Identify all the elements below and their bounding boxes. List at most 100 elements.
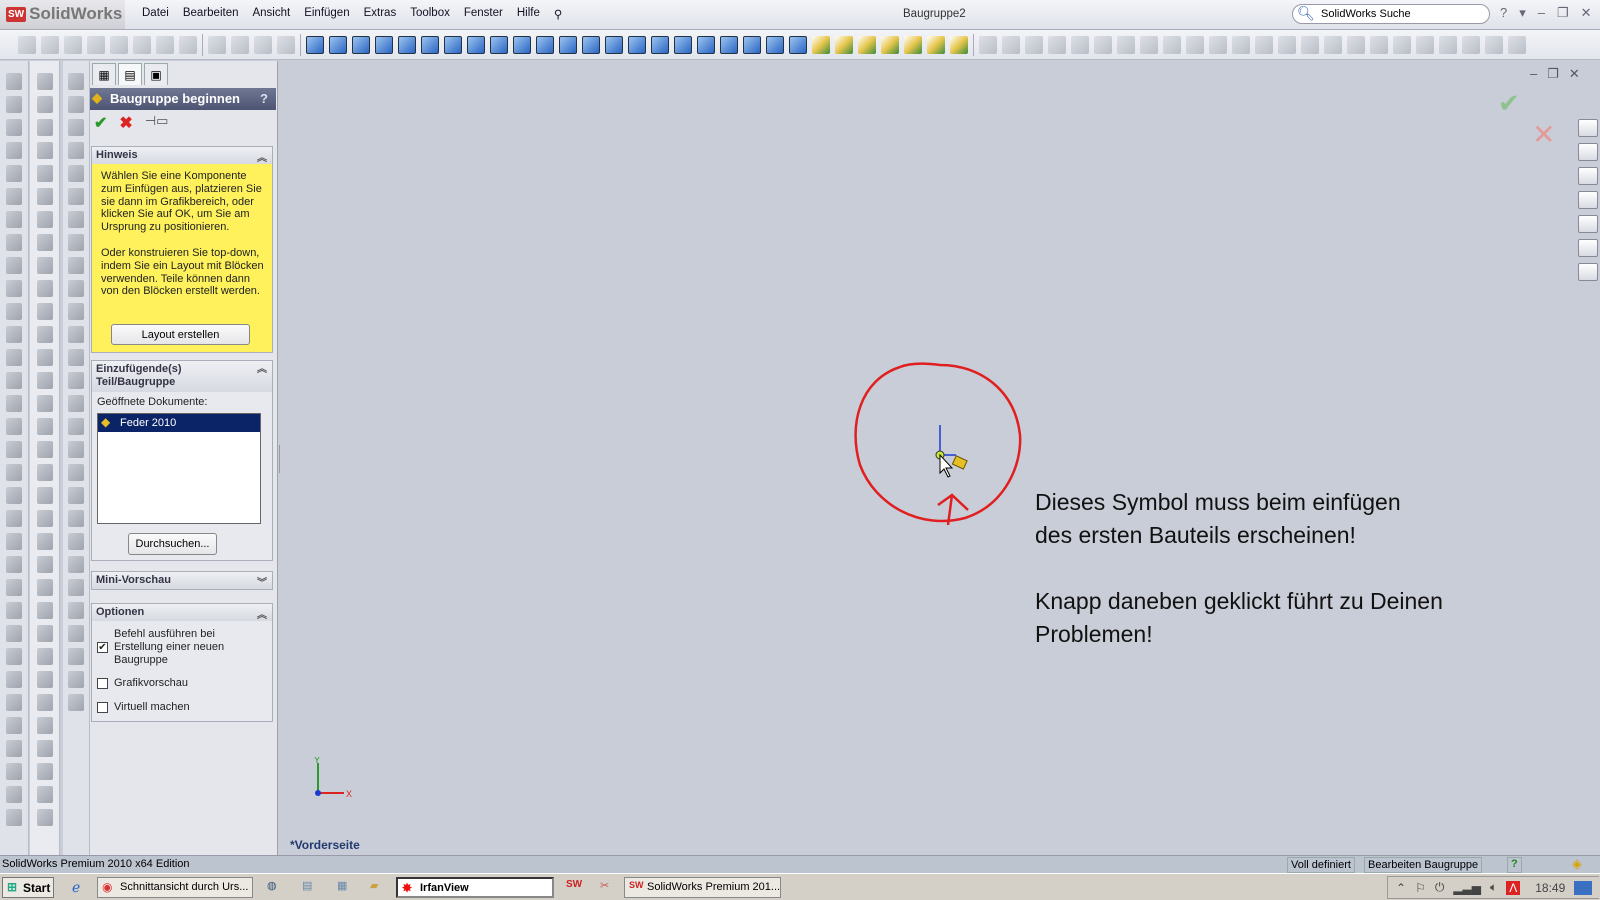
- tool-button-icon[interactable]: [6, 487, 22, 504]
- tool-button-icon[interactable]: [36, 349, 53, 366]
- toolbar-button-icon[interactable]: [490, 35, 508, 54]
- toolbar-button-icon[interactable]: [110, 35, 128, 54]
- internet-explorer-icon[interactable]: ℯ: [72, 879, 80, 896]
- toolbar-button-icon[interactable]: [1071, 35, 1089, 54]
- pin-icon[interactable]: ⚲: [547, 7, 569, 21]
- options-header[interactable]: Optionen ︽: [92, 604, 272, 621]
- tool-button-icon[interactable]: [36, 188, 53, 205]
- tool-button-icon[interactable]: [6, 441, 22, 458]
- insert-header[interactable]: Einzufügende(s) Teil/Baugruppe ︽: [92, 361, 272, 392]
- toolbar-button-icon[interactable]: [513, 35, 531, 54]
- search-input[interactable]: 🔍︎ SolidWorks Suche: [1292, 4, 1490, 24]
- antivirus-icon[interactable]: Λ: [1506, 880, 1521, 895]
- tool-button-icon[interactable]: [36, 372, 53, 389]
- toolbar-button-icon[interactable]: [1324, 35, 1342, 54]
- tool-button-icon[interactable]: [36, 234, 53, 251]
- toolbar-button-icon[interactable]: [1094, 35, 1112, 54]
- search-results-icon[interactable]: [1578, 191, 1598, 209]
- tool-button-icon[interactable]: [36, 96, 53, 113]
- toolbar-button-icon[interactable]: [812, 35, 830, 54]
- property-manager-tab-icon[interactable]: ▤: [118, 63, 142, 85]
- menu-einfuegen[interactable]: Einfügen: [297, 7, 356, 21]
- tool-button-icon[interactable]: [6, 740, 22, 757]
- tool-button-icon[interactable]: [68, 533, 84, 550]
- tool-button-icon[interactable]: [36, 165, 53, 182]
- tool-button-icon[interactable]: [68, 648, 84, 665]
- start-button[interactable]: ⊞ Start: [2, 877, 54, 898]
- mini-preview-header[interactable]: Mini-Vorschau ︾: [92, 572, 272, 589]
- show-desktop-button[interactable]: [1574, 880, 1593, 895]
- collapse-icon[interactable]: ︽: [257, 363, 267, 376]
- tool-button-icon[interactable]: [68, 349, 84, 366]
- tool-button-icon[interactable]: [6, 510, 22, 527]
- tool-button-icon[interactable]: [6, 165, 22, 182]
- tool-button-icon[interactable]: [6, 188, 22, 205]
- toolbar-button-icon[interactable]: [1508, 35, 1526, 54]
- clock[interactable]: 18:49: [1535, 881, 1565, 895]
- toolbar-button-icon[interactable]: [444, 35, 462, 54]
- tool-button-icon[interactable]: [36, 556, 53, 573]
- checkbox[interactable]: [97, 678, 108, 689]
- tool-button-icon[interactable]: [36, 441, 53, 458]
- tool-button-icon[interactable]: [6, 303, 22, 320]
- toolbar-button-icon[interactable]: [605, 35, 623, 54]
- tool-button-icon[interactable]: [6, 694, 22, 711]
- tool-button-icon[interactable]: [6, 211, 22, 228]
- tool-button-icon[interactable]: [6, 119, 22, 136]
- option-graphics-preview[interactable]: Grafikvorschau: [97, 677, 188, 690]
- toolbar-button-icon[interactable]: [1002, 35, 1020, 54]
- help-icon[interactable]: ?: [1500, 5, 1507, 21]
- toolbar-button-icon[interactable]: [1347, 35, 1365, 54]
- tool-button-icon[interactable]: [68, 464, 84, 481]
- tool-button-icon[interactable]: [6, 142, 22, 159]
- pin-button[interactable]: ⊣▭: [145, 113, 169, 133]
- tool-button-icon[interactable]: [6, 786, 22, 803]
- solidworks-logo[interactable]: SW SolidWorks: [0, 0, 125, 29]
- tool-button-icon[interactable]: [36, 326, 53, 343]
- tool-button-icon[interactable]: [36, 280, 53, 297]
- checkbox[interactable]: [97, 702, 108, 713]
- menu-extras[interactable]: Extras: [357, 7, 404, 21]
- collapse-icon[interactable]: ︽: [257, 149, 267, 164]
- taskbar-item-solidworks[interactable]: SW SolidWorks Premium 201...: [624, 877, 781, 898]
- flag-icon[interactable]: ⚐: [1415, 881, 1426, 895]
- tool-button-icon[interactable]: [36, 694, 53, 711]
- toolbar-button-icon[interactable]: [421, 35, 439, 54]
- toolbar-button-icon[interactable]: [306, 35, 324, 54]
- toolbar-button-icon[interactable]: [133, 35, 151, 54]
- close-button[interactable]: ✕: [1581, 5, 1592, 21]
- tool-button-icon[interactable]: [36, 142, 53, 159]
- option-make-virtual[interactable]: Virtuell machen: [97, 701, 190, 714]
- toolbar-button-icon[interactable]: [179, 35, 197, 54]
- tool-button-icon[interactable]: [68, 96, 84, 113]
- toolbar-button-icon[interactable]: [1232, 35, 1250, 54]
- confirmation-cancel-icon[interactable]: ✕: [1532, 118, 1555, 151]
- tool-button-icon[interactable]: [6, 533, 22, 550]
- ok-button[interactable]: ✔: [94, 113, 107, 133]
- toolbar-button-icon[interactable]: [1439, 35, 1457, 54]
- tool-button-icon[interactable]: [68, 487, 84, 504]
- tool-button-icon[interactable]: [36, 671, 53, 688]
- checkbox-checked[interactable]: ✔: [97, 642, 108, 653]
- tool-button-icon[interactable]: [6, 556, 22, 573]
- taskbar-item-chrome[interactable]: ◉ Schnittansicht durch Urs...: [97, 877, 253, 898]
- tool-button-icon[interactable]: [68, 625, 84, 642]
- toolbar-button-icon[interactable]: [398, 35, 416, 54]
- toolbar-button-icon[interactable]: [208, 35, 226, 54]
- tool-button-icon[interactable]: [68, 602, 84, 619]
- appearances-icon[interactable]: [1578, 239, 1598, 257]
- toolbar-button-icon[interactable]: [18, 35, 36, 54]
- taskbar-item-irfanview[interactable]: ✸ IrfanView: [396, 877, 554, 898]
- tool-button-icon[interactable]: [68, 510, 84, 527]
- collapse-icon[interactable]: ︽: [257, 606, 267, 621]
- tool-button-icon[interactable]: [36, 625, 53, 642]
- toolbar-button-icon[interactable]: [1416, 35, 1434, 54]
- tool-button-icon[interactable]: [6, 809, 22, 826]
- tool-button-icon[interactable]: [36, 510, 53, 527]
- tool-button-icon[interactable]: [36, 763, 53, 780]
- opened-documents-list[interactable]: ◆ Feder 2010: [97, 413, 261, 524]
- toolbar-button-icon[interactable]: [1048, 35, 1066, 54]
- confirmation-ok-icon[interactable]: ✔: [1498, 88, 1520, 119]
- tool-button-icon[interactable]: [68, 372, 84, 389]
- tool-button-icon[interactable]: [6, 671, 22, 688]
